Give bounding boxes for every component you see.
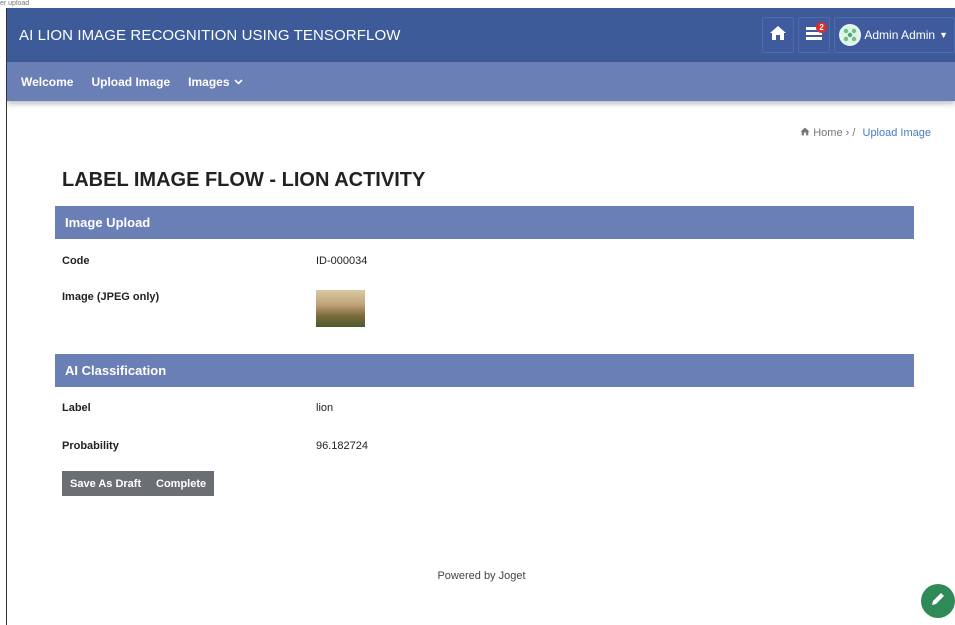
header-actions: 2 Admin Admin ▼ <box>758 8 955 62</box>
nav-item-label: Upload Image <box>91 74 171 89</box>
nav-item-label: Welcome <box>21 74 74 89</box>
code-label: Code <box>62 255 90 267</box>
section-header-image-upload: Image Upload <box>55 206 914 239</box>
main-nav: Welcome Upload Image Images <box>7 62 955 101</box>
user-name: Admin Admin <box>864 28 936 42</box>
notification-badge: 2 <box>816 22 827 33</box>
breadcrumb-current[interactable]: Upload Image <box>863 127 932 139</box>
breadcrumb: Home › / Upload Image <box>800 127 931 139</box>
code-value: ID-000034 <box>316 255 368 267</box>
pencil-icon <box>930 591 946 612</box>
breadcrumb-separator: › <box>845 127 850 139</box>
nav-item-images[interactable]: Images <box>188 74 243 89</box>
home-icon <box>800 127 813 139</box>
nav-item-upload-image[interactable]: Upload Image <box>91 75 170 89</box>
home-button[interactable] <box>762 17 795 53</box>
app-window: AI LION IMAGE RECOGNITION USING TENSORFL… <box>6 8 955 625</box>
label-label: Label <box>62 402 91 414</box>
nav-item-label: Images <box>188 74 230 89</box>
save-as-draft-button[interactable]: Save As Draft <box>62 471 150 496</box>
breadcrumb-slash: / <box>852 127 856 139</box>
lion-image-thumbnail[interactable] <box>316 290 365 327</box>
app-title[interactable]: AI LION IMAGE RECOGNITION USING TENSORFL… <box>19 27 400 44</box>
image-label: Image (JPEG only) <box>62 291 160 303</box>
breadcrumb-home-link[interactable]: Home <box>813 127 842 139</box>
chevron-down-icon <box>233 77 243 87</box>
browser-tab-text: er upload <box>0 0 955 8</box>
probability-label: Probability <box>62 440 119 452</box>
top-header: AI LION IMAGE RECOGNITION USING TENSORFL… <box>7 8 955 62</box>
user-menu-button[interactable]: Admin Admin ▼ <box>834 17 955 53</box>
complete-button[interactable]: Complete <box>148 471 215 496</box>
home-icon <box>769 25 787 46</box>
page-title: LABEL IMAGE FLOW - LION ACTIVITY <box>62 169 426 191</box>
footer-powered-by: Powered by Joget <box>437 570 526 582</box>
notifications-button[interactable]: 2 <box>798 17 831 53</box>
section-header-ai-classification: AI Classification <box>55 354 914 387</box>
nav-item-welcome[interactable]: Welcome <box>21 75 73 89</box>
label-value: lion <box>316 402 334 414</box>
avatar <box>839 24 862 46</box>
edit-fab-button[interactable] <box>921 584 955 618</box>
caret-down-icon: ▼ <box>939 30 948 40</box>
probability-value: 96.182724 <box>316 440 368 452</box>
